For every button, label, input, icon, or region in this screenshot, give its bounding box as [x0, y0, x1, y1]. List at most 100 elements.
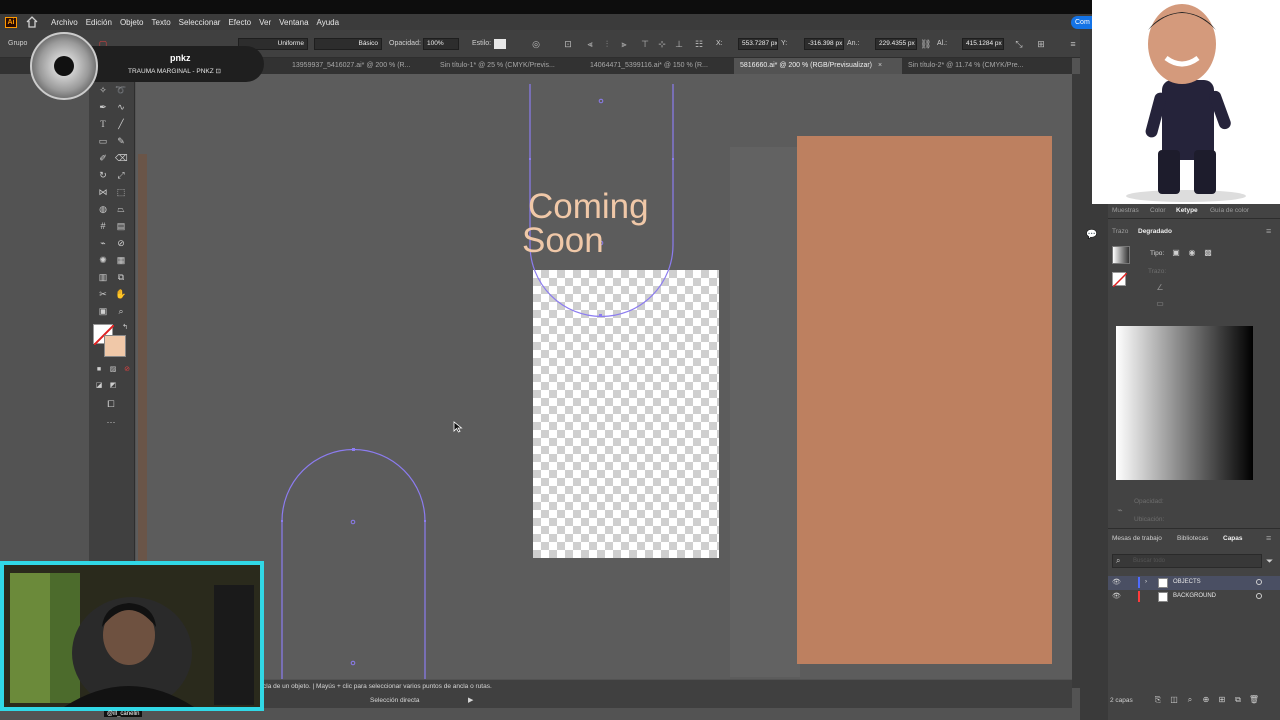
new-layer-icon[interactable]: ⊞	[1216, 694, 1228, 706]
width-tool-icon[interactable]: ⋈	[97, 186, 109, 198]
doc-tab[interactable]: Sin título-2* @ 11.74 % (CMYK/Pre...	[902, 58, 1052, 74]
stroke-none-swatch[interactable]	[1112, 272, 1128, 288]
aspect-icon[interactable]: ▭	[1154, 298, 1166, 310]
pen-icon[interactable]: ✒	[97, 101, 109, 113]
gradient-mode-icon[interactable]: ▨	[107, 364, 119, 376]
zoom-icon[interactable]: ⌕	[115, 305, 127, 317]
new-sublayer-icon[interactable]: ⊕	[1200, 694, 1212, 706]
panel-menu-icon[interactable]: ≡	[1266, 533, 1271, 543]
magic-wand-icon[interactable]: ✧	[97, 84, 109, 96]
perspective-icon[interactable]: ⏢	[115, 203, 127, 215]
gradient-slider-preview[interactable]	[1116, 326, 1253, 480]
align-to-icon[interactable]: ⊡	[563, 39, 573, 49]
freeform-gradient-icon[interactable]: ▩	[1202, 247, 1214, 259]
delete-icon[interactable]: 🗑	[1248, 694, 1260, 706]
line-icon[interactable]: ╱	[115, 118, 127, 130]
tab-color[interactable]: Color	[1150, 207, 1166, 214]
height-field[interactable]: 415.1284 px	[962, 38, 1004, 50]
target-circle-icon[interactable]	[1256, 579, 1262, 585]
width-field[interactable]: 229.4355 px	[875, 38, 917, 50]
menu-seleccionar[interactable]: Seleccionar	[179, 18, 221, 27]
x-field[interactable]: 553.7287 px	[738, 38, 778, 50]
shaper-icon[interactable]: ✐	[97, 152, 109, 164]
paintbrush-icon[interactable]: ✎	[115, 135, 127, 147]
eyedropper-icon[interactable]: ⌁	[1114, 504, 1126, 516]
target-circle-icon[interactable]	[1256, 593, 1262, 599]
type-icon[interactable]: T	[97, 118, 109, 130]
current-tool-label[interactable]: Selección directa	[370, 697, 420, 704]
eyedropper-icon[interactable]: ⌁	[97, 237, 109, 249]
menu-ver[interactable]: Ver	[259, 18, 271, 27]
tab-bibliotecas[interactable]: Bibliotecas	[1177, 535, 1208, 542]
next-arrow-icon[interactable]: ▶	[468, 696, 473, 704]
graph-icon[interactable]: ▦	[115, 254, 127, 266]
stroke-color-swatch[interactable]	[104, 335, 126, 357]
tab-muestras[interactable]: Muestras	[1112, 207, 1139, 214]
coming-soon-headline[interactable]: Coming Soon	[522, 189, 649, 258]
menu-efecto[interactable]: Efecto	[228, 18, 251, 27]
constrain-proportions-icon[interactable]: ⛓	[920, 39, 931, 49]
draw-behind-icon[interactable]: ◩	[107, 380, 119, 392]
layer-name[interactable]: OBJECTS	[1173, 579, 1201, 585]
filter-icon[interactable]: ⏷	[1266, 556, 1273, 567]
share-button[interactable]: Com	[1071, 16, 1093, 29]
curvature-icon[interactable]: ∿	[115, 101, 127, 113]
rotate-icon[interactable]: ↻	[97, 169, 109, 181]
doc-tab[interactable]: 14064471_5399116.ai* @ 150 % (R...	[584, 58, 732, 74]
distribute-icon[interactable]: ☷	[694, 39, 704, 49]
gradient-swatch[interactable]	[1112, 246, 1130, 264]
align-right-icon[interactable]: ⫸	[619, 39, 629, 49]
home-icon[interactable]	[25, 16, 39, 28]
tab-guia-color[interactable]: Guía de color	[1210, 207, 1249, 214]
close-icon[interactable]: ×	[878, 62, 882, 69]
scale-icon[interactable]: ⤢	[115, 169, 127, 181]
artboard-canvas[interactable]: Coming Soon	[136, 74, 1072, 679]
menu-edicion[interactable]: Edición	[86, 18, 112, 27]
none-mode-icon[interactable]: ⊘	[121, 364, 133, 376]
layer-row-objects[interactable]: 👁 › OBJECTS	[1108, 576, 1280, 590]
shape-builder-icon[interactable]: ◍	[97, 203, 109, 215]
vertical-scrollbar[interactable]	[1072, 74, 1080, 688]
tab-capas[interactable]: Capas	[1223, 535, 1243, 542]
panel-menu-icon[interactable]: ≡	[1068, 39, 1078, 49]
eye-icon[interactable]: 👁	[1112, 578, 1121, 586]
more-tools-icon[interactable]: ···	[105, 416, 117, 428]
tab-ketype[interactable]: Ketype	[1176, 207, 1198, 214]
draw-normal-icon[interactable]: ◪	[93, 380, 105, 392]
free-transform-icon[interactable]: ⬚	[115, 186, 127, 198]
clipping-mask-icon[interactable]: ◫	[1168, 694, 1180, 706]
export-icon[interactable]: ⎘	[1152, 694, 1164, 706]
tab-mesas-trabajo[interactable]: Mesas de trabajo	[1112, 535, 1162, 542]
artboard-icon[interactable]: ⧉	[115, 271, 127, 283]
color-mode-icon[interactable]: ■	[93, 364, 105, 376]
menu-texto[interactable]: Texto	[152, 18, 171, 27]
print-tiling-icon[interactable]: ▣	[97, 305, 109, 317]
align-center-icon[interactable]: ⫶	[602, 39, 612, 49]
mesh-icon[interactable]: #	[97, 220, 109, 232]
gradient-icon[interactable]: ▤	[115, 220, 127, 232]
column-graph-icon[interactable]: ▥	[97, 271, 109, 283]
doc-tab[interactable]: Sin título-1* @ 25 % (CMYK/Previs...	[434, 58, 584, 74]
align-bottom-icon[interactable]: ⊥	[674, 39, 684, 49]
isolate-icon[interactable]: ⊞	[1036, 39, 1046, 49]
angle-icon[interactable]: ∠	[1154, 282, 1166, 294]
radial-gradient-icon[interactable]: ◉	[1186, 247, 1198, 259]
hand-icon[interactable]: ✋	[115, 288, 127, 300]
menu-ventana[interactable]: Ventana	[279, 18, 308, 27]
tab-degradado[interactable]: Degradado	[1138, 228, 1172, 235]
align-top-icon[interactable]: ⊤	[640, 39, 650, 49]
tab-trazo[interactable]: Trazo	[1112, 228, 1128, 235]
layer-name[interactable]: BACKGROUND	[1173, 593, 1216, 599]
comment-icon[interactable]: 💬	[1086, 228, 1098, 240]
opacity-field[interactable]: 100%	[423, 38, 459, 50]
align-left-icon[interactable]: ⫷	[585, 39, 595, 49]
screen-mode-icon[interactable]: ⧠	[105, 398, 117, 410]
blend-icon[interactable]: ⊘	[115, 237, 127, 249]
doc-tab-active[interactable]: 5816660.ai* @ 200 % (RGB/Previsualizar) ×	[734, 58, 902, 74]
y-field[interactable]: -316.398 px	[804, 38, 844, 50]
linear-gradient-icon[interactable]: ▣	[1170, 247, 1182, 259]
recolor-icon[interactable]: ◎	[531, 39, 541, 49]
menu-ayuda[interactable]: Ayuda	[317, 18, 340, 27]
slice-icon[interactable]: ✂	[97, 288, 109, 300]
align-middle-icon[interactable]: ⊹	[657, 39, 667, 49]
